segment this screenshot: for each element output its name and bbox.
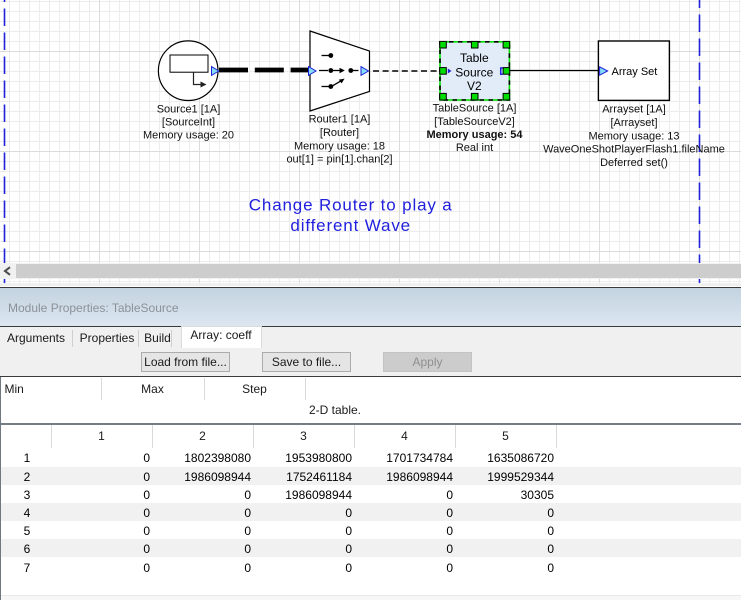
svg-text:Change Router to play a: Change Router to play a	[249, 196, 453, 215]
svg-text:Array Set: Array Set	[612, 66, 658, 78]
svg-text:TableSource [1A]: TableSource [1A]	[433, 103, 517, 115]
svg-text:Router1 [1A]: Router1 [1A]	[309, 114, 371, 126]
svg-text:WaveOneShotPlayerFlash1.fileNa: WaveOneShotPlayerFlash1.fileName	[543, 144, 725, 156]
svg-text:V2: V2	[467, 79, 482, 93]
svg-text:Memory usage: 13: Memory usage: 13	[588, 130, 679, 142]
svg-text:Source: Source	[455, 65, 493, 79]
svg-text:Arrayset [1A]: Arrayset [1A]	[602, 104, 666, 116]
svg-text:Deferred set(): Deferred set()	[600, 157, 668, 169]
svg-text:Table: Table	[460, 51, 489, 65]
svg-text:different Wave: different Wave	[290, 216, 411, 235]
svg-text:Source1 [1A]: Source1 [1A]	[157, 103, 221, 115]
svg-text:Memory usage: 54: Memory usage: 54	[427, 129, 524, 141]
svg-text:Memory usage: 18: Memory usage: 18	[294, 140, 385, 152]
svg-text:[TableSourceV2]: [TableSourceV2]	[434, 116, 515, 128]
svg-text:[Router]: [Router]	[320, 127, 359, 139]
svg-text:out[1] = pin[1].chan[2]: out[1] = pin[1].chan[2]	[286, 154, 392, 166]
svg-text:[SourceInt]: [SourceInt]	[162, 117, 215, 129]
svg-text:Memory usage: 20: Memory usage: 20	[143, 130, 234, 142]
svg-text:Real int: Real int	[456, 142, 493, 154]
svg-text:[Arrayset]: [Arrayset]	[610, 117, 657, 129]
